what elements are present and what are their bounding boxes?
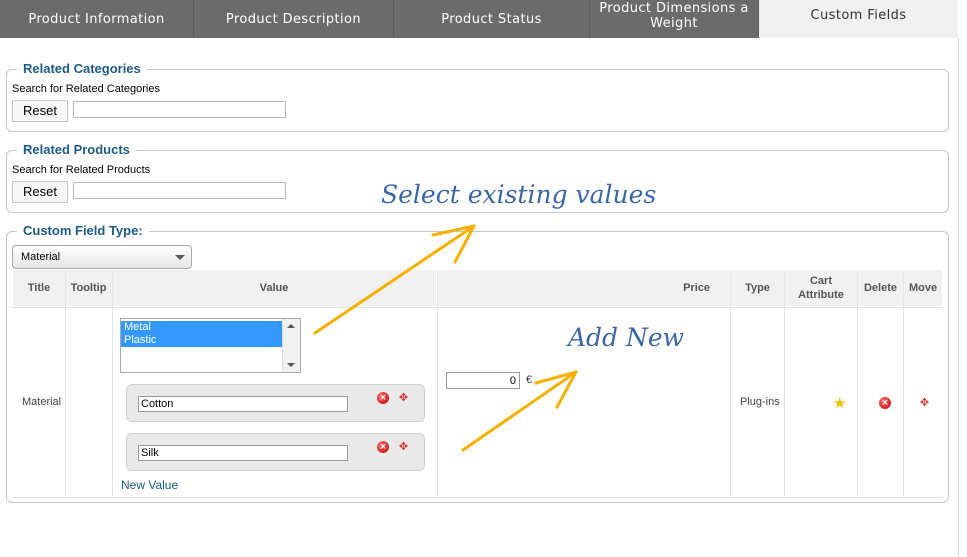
annotation-arrows <box>313 224 578 452</box>
arrow-add-new <box>461 370 578 452</box>
arrow-select-existing <box>313 224 476 335</box>
